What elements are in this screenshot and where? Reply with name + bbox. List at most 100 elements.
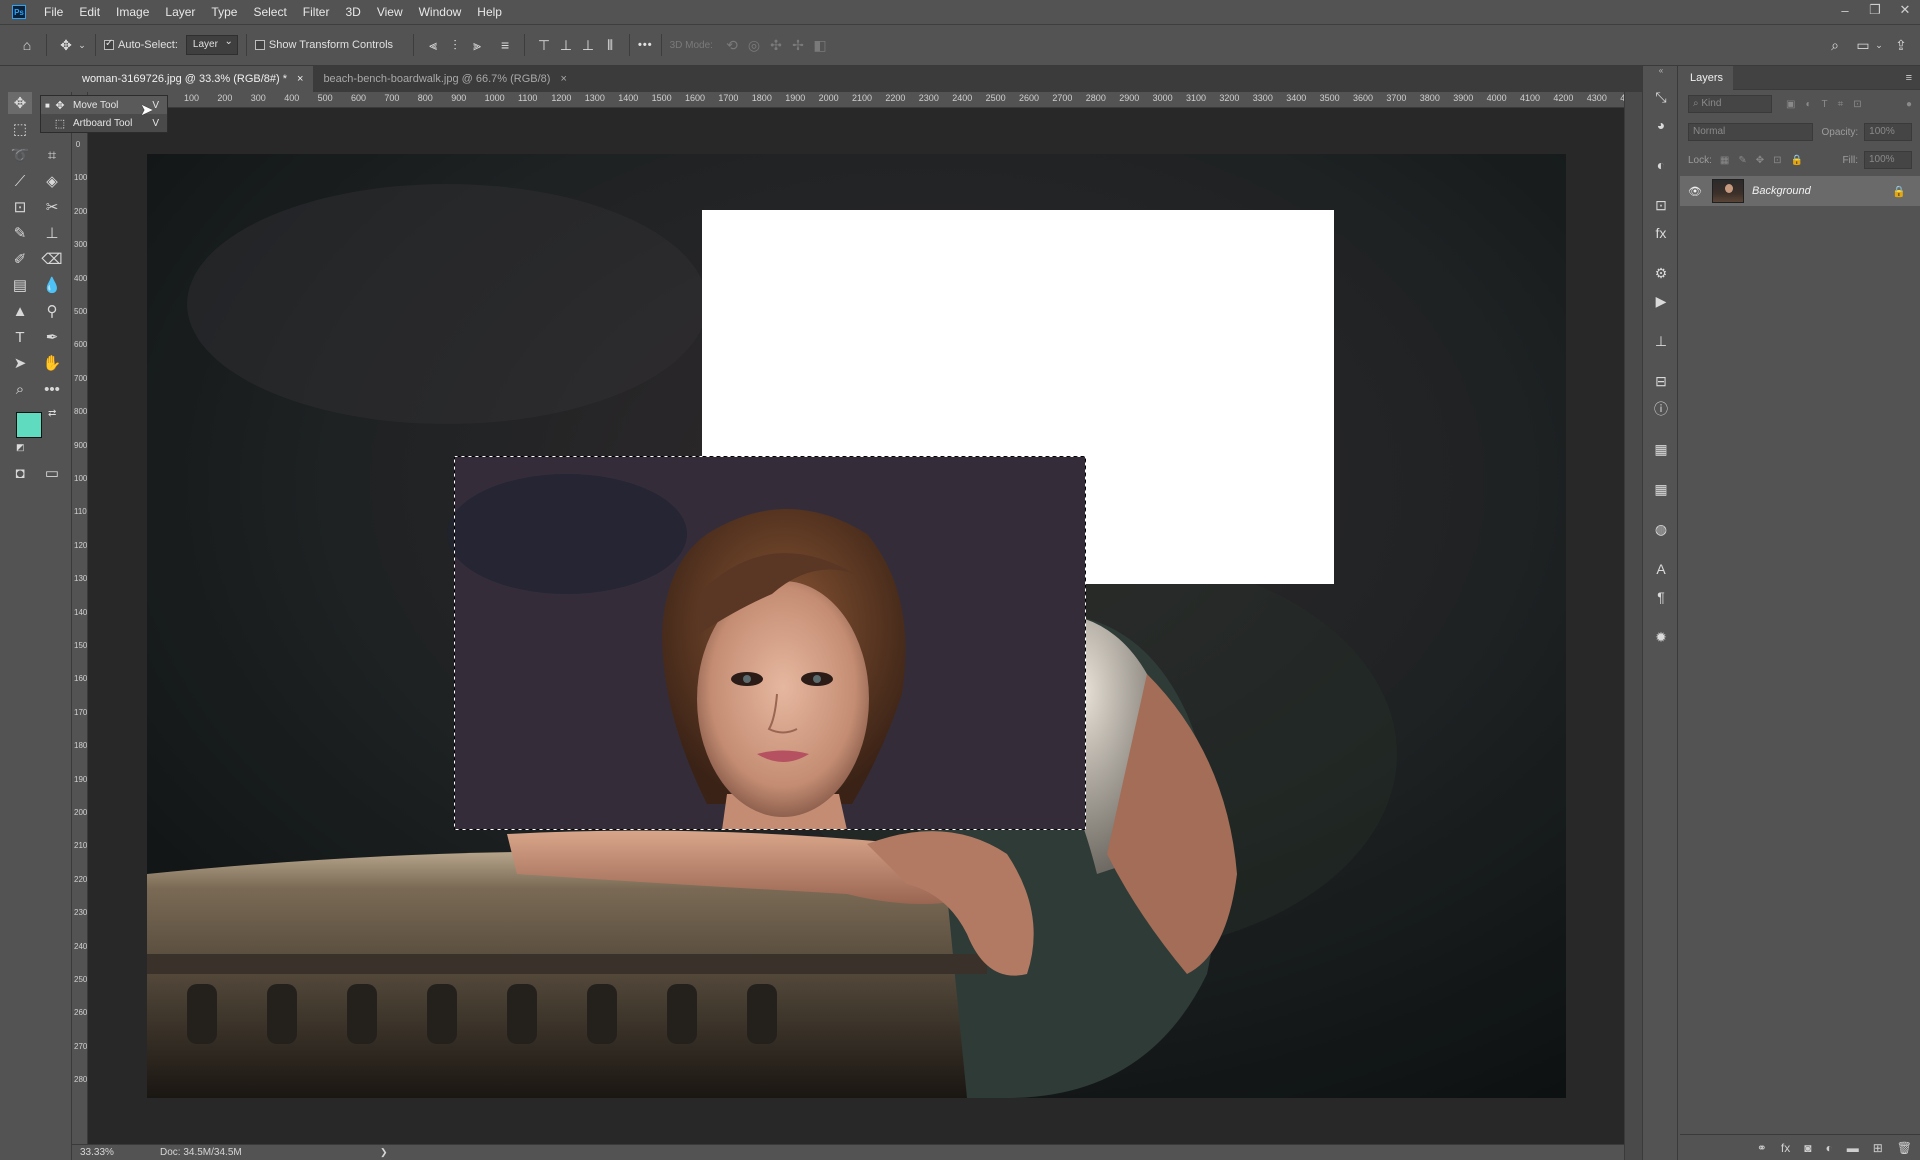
horizontal-ruler[interactable]: 100 200 300 400 500 600 700 800 900 1000 1100 1200 1… — [88, 92, 1624, 108]
lock-option-icons[interactable]: ▦✎✥⊡🔒 — [1720, 155, 1812, 166]
more-tools-icon[interactable]: ••• — [40, 378, 64, 400]
auto-select-checkbox[interactable] — [104, 38, 114, 50]
tab-woman-document[interactable]: woman-3169726.jpg @ 33.3% (RGB/8#) * × — [72, 66, 314, 92]
opacity-input[interactable]: 100% — [1864, 123, 1912, 141]
blur-tool-icon[interactable]: 💧 — [40, 274, 64, 296]
lasso-tool-icon[interactable]: ➰ — [8, 144, 32, 166]
quick-mask-icon[interactable]: ◘ — [8, 462, 32, 484]
menu-select[interactable]: Select — [245, 0, 294, 24]
more-options-button[interactable]: ••• — [638, 39, 653, 51]
camera-3d-icon[interactable]: ◧ — [809, 34, 831, 56]
document-canvas[interactable] — [147, 154, 1566, 1098]
color-panel-icon[interactable]: ◍ — [1650, 518, 1672, 540]
align-center-icon[interactable]: ⫶ — [444, 34, 466, 56]
menu-file[interactable]: File — [36, 0, 71, 24]
vertical-ruler[interactable]: 0 100 200 300 400 500 600 700 800 900 1000 1100 1200… — [72, 108, 88, 1144]
pen-tool-icon[interactable]: ✒ — [40, 326, 64, 348]
distribute-bottom-icon[interactable]: ⊥ — [577, 34, 599, 56]
show-transform-checkbox[interactable] — [254, 40, 265, 50]
align-left-icon[interactable]: ⫷ — [422, 34, 444, 56]
clone-source-icon[interactable]: ⊥ — [1650, 330, 1672, 352]
marquee-tool-icon[interactable]: ⬚ — [8, 118, 32, 140]
link-layers-icon[interactable]: ⚭ — [1757, 1141, 1767, 1155]
swatches-grid-icon[interactable]: ▦ — [1650, 478, 1672, 500]
distribute-top-icon[interactable]: ⊤ — [533, 34, 555, 56]
paths-panel-icon[interactable]: ⤡ — [1650, 86, 1672, 108]
layer-style-icon[interactable]: fx — [1781, 1141, 1790, 1155]
content-aware-move-icon[interactable]: ✂ — [40, 196, 64, 218]
eraser-tool-icon[interactable]: ⌫ — [40, 248, 64, 270]
actions-panel-icon[interactable]: ▶ — [1650, 290, 1672, 312]
blend-mode-dropdown[interactable]: Normal — [1688, 123, 1814, 141]
sharpen-tool-icon[interactable]: ▲ — [8, 300, 32, 322]
clone-stamp-icon[interactable]: ⊥ — [40, 222, 64, 244]
collapse-panel-icon[interactable]: « — [1643, 66, 1679, 75]
layer-row-background[interactable]: 👁 Background 🔒 — [1680, 176, 1920, 206]
close-tab-icon[interactable]: × — [297, 73, 303, 85]
align-right-icon[interactable]: ⫸ — [466, 34, 488, 56]
swap-colors-icon[interactable]: ⇄ — [48, 408, 56, 419]
libraries-panel-icon[interactable]: ⊡ — [1650, 194, 1672, 216]
history-brush-icon[interactable]: ✐ — [8, 248, 32, 270]
vertical-scrollbar[interactable] — [1624, 92, 1642, 1160]
restore-icon[interactable]: ❐ — [1860, 0, 1890, 20]
layer-filter-kind[interactable]: ⌕ Kind — [1688, 95, 1772, 113]
menu-3d[interactable]: 3D — [337, 0, 368, 24]
panel-menu-icon[interactable]: ≡ — [1906, 72, 1912, 84]
zoom-tool-icon[interactable]: ⌕ — [8, 378, 32, 400]
paragraph-panel-icon[interactable]: ¶ — [1650, 586, 1672, 608]
orbit-3d-icon[interactable]: ⟲ — [721, 34, 743, 56]
menu-edit[interactable]: Edit — [71, 0, 108, 24]
filter-toggle-icon[interactable]: ● — [1906, 99, 1912, 110]
share-icon[interactable]: ⇪ — [1890, 34, 1912, 56]
tool-presets-icon[interactable]: ⊟ — [1650, 370, 1672, 392]
delete-layer-icon[interactable]: 🗑 — [1897, 1141, 1912, 1155]
new-group-icon[interactable]: ▬ — [1847, 1141, 1859, 1155]
search-icon[interactable]: ⌕ — [1824, 34, 1846, 56]
move-tool-preset-icon[interactable]: ✥ — [55, 34, 77, 56]
character-panel-icon[interactable]: A — [1650, 558, 1672, 580]
default-colors-icon[interactable]: ◩ — [16, 442, 25, 453]
slide-3d-icon[interactable]: ✢ — [787, 34, 809, 56]
gradient-tool-icon[interactable]: ▤ — [8, 274, 32, 296]
path-selection-icon[interactable]: ➤ — [8, 352, 32, 374]
menu-view[interactable]: View — [369, 0, 411, 24]
visibility-eye-icon[interactable]: 👁 — [1688, 185, 1702, 198]
styles-panel-icon[interactable]: fx — [1650, 222, 1672, 244]
eyedropper-tool-icon[interactable]: ⟋ — [8, 170, 32, 192]
zoom-level[interactable]: 33.33% — [72, 1147, 152, 1158]
menu-help[interactable]: Help — [469, 0, 510, 24]
new-layer-icon[interactable]: ⊞ — [1873, 1141, 1883, 1155]
layer-filter-icons[interactable]: ▣◐T⌗⊡ — [1786, 99, 1872, 110]
hand-tool-icon[interactable]: ✋ — [40, 352, 64, 374]
dodge-tool-icon[interactable]: ⚲ — [40, 300, 64, 322]
crop-tool-icon[interactable]: ⌗ — [40, 144, 64, 166]
close-tab-icon[interactable]: × — [560, 73, 566, 85]
adjustment-layer-icon[interactable]: ◐ — [1825, 1141, 1832, 1155]
menu-window[interactable]: Window — [411, 0, 470, 24]
roll-3d-icon[interactable]: ◎ — [743, 34, 765, 56]
chevron-down-icon[interactable]: ⌄ — [1874, 34, 1884, 56]
distribute-middle-icon[interactable]: ⊥ — [555, 34, 577, 56]
adjustments-panel-icon[interactable]: ◐ — [1650, 154, 1672, 176]
home-icon[interactable]: ⌂ — [16, 34, 38, 56]
paint-bucket-icon[interactable]: ◈ — [40, 170, 64, 192]
pan-3d-icon[interactable]: ✣ — [765, 34, 787, 56]
screen-mode-icon[interactable]: ▭ — [40, 462, 64, 484]
menu-type[interactable]: Type — [203, 0, 245, 24]
lock-icon[interactable]: 🔒 — [1892, 185, 1906, 198]
type-tool-icon[interactable]: T — [8, 326, 32, 348]
menu-image[interactable]: Image — [108, 0, 157, 24]
move-tool-icon[interactable]: ✥ — [8, 92, 32, 114]
status-menu-arrow-icon[interactable]: ❯ — [380, 1147, 388, 1158]
brush-tool-icon[interactable]: ✎ — [8, 222, 32, 244]
properties-panel-icon[interactable]: ✹ — [1650, 626, 1672, 648]
brush-settings-icon[interactable]: ⚙ — [1650, 262, 1672, 284]
fill-input[interactable]: 100% — [1864, 151, 1912, 169]
chevron-down-icon[interactable]: ⌄ — [77, 34, 87, 56]
layers-panel-tab[interactable]: Layers — [1680, 65, 1734, 90]
measurement-log-icon[interactable]: ▦ — [1650, 438, 1672, 460]
add-mask-icon[interactable]: ◙ — [1804, 1141, 1811, 1155]
menu-filter[interactable]: Filter — [295, 0, 338, 24]
auto-select-target-dropdown[interactable]: Layer — [185, 33, 238, 55]
